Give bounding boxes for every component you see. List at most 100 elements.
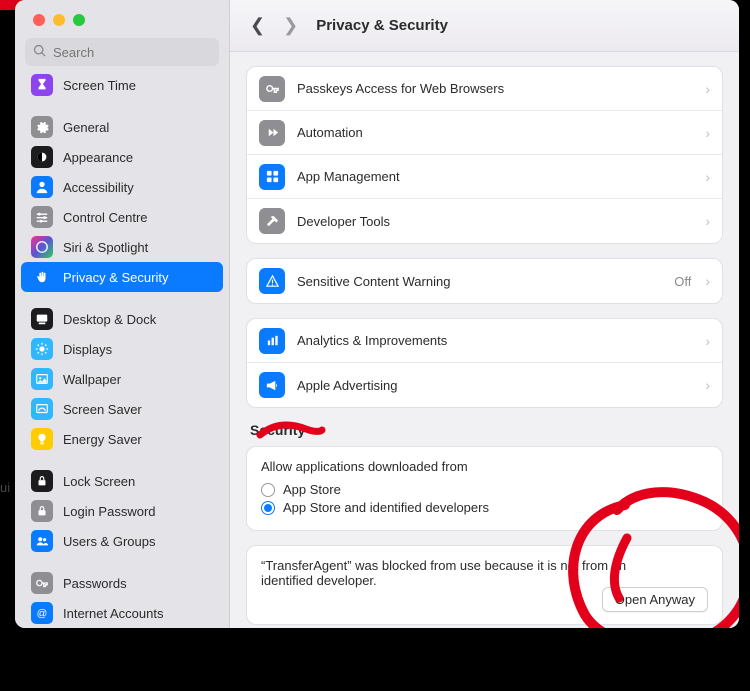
- key-icon: [259, 76, 285, 102]
- settings-row-value: Off: [674, 274, 691, 289]
- security-heading-label: Security: [250, 422, 305, 438]
- sidebar-item-internet-accounts[interactable]: @ Internet Accounts: [21, 598, 223, 628]
- person-icon: [31, 176, 53, 198]
- settings-row-label: Developer Tools: [297, 214, 693, 229]
- svg-text:@: @: [37, 608, 48, 620]
- sidebar-item-label: Screen Time: [63, 78, 136, 93]
- sidebar-item-label: Wallpaper: [63, 372, 121, 387]
- sidebar-item-screen-saver[interactable]: Screen Saver: [21, 394, 223, 424]
- chart-icon: [259, 328, 285, 354]
- security-heading: Security: [250, 422, 719, 438]
- sidebar-item-privacy-security[interactable]: Privacy & Security: [21, 262, 223, 292]
- chevron-right-icon: ›: [705, 273, 710, 289]
- settings-row-app-management[interactable]: App Management›: [247, 155, 722, 199]
- hammer-icon: [259, 208, 285, 234]
- sidebar-item-screen-time[interactable]: Screen Time: [21, 70, 223, 100]
- zoom-window-button[interactable]: [73, 14, 85, 26]
- settings-row-developer-tools[interactable]: Developer Tools ›: [247, 199, 722, 243]
- lock-icon: [31, 470, 53, 492]
- megaphone-icon: [259, 372, 285, 398]
- settings-row-apple-advertising[interactable]: Apple Advertising›: [247, 363, 722, 407]
- sidebar-item-passwords[interactable]: Passwords: [21, 568, 223, 598]
- settings-row-label: Automation: [297, 125, 693, 140]
- sidebar-list: Screen Time General Appearance Accessibilit…: [15, 70, 229, 628]
- sidebar-item-label: Privacy & Security: [63, 270, 168, 285]
- background-black-strip: [0, 628, 750, 691]
- wallpaper-icon: [31, 368, 53, 390]
- chevron-right-icon: ›: [705, 125, 710, 141]
- sidebar-item-desktop-dock[interactable]: Desktop & Dock: [21, 304, 223, 334]
- sidebar-item-control-centre[interactable]: Control Centre: [21, 202, 223, 232]
- apps-icon: [259, 164, 285, 190]
- chevron-right-icon: ›: [705, 377, 710, 393]
- sidebar-separator: [15, 556, 229, 568]
- settings-row-passkeys-access-for-web-browsers[interactable]: Passkeys Access for Web Browsers ›: [247, 67, 722, 111]
- sidebar-item-label: General: [63, 120, 109, 135]
- sidebar-item-label: Users & Groups: [63, 534, 155, 549]
- settings-row-sensitive-content-warning[interactable]: Sensitive Content Warning Off ›: [247, 259, 722, 303]
- sliders-icon: [31, 206, 53, 228]
- chevron-right-icon: ›: [705, 213, 710, 229]
- search-field[interactable]: [25, 38, 219, 66]
- sidebar-item-lock-screen[interactable]: Lock Screen: [21, 466, 223, 496]
- key-icon: [31, 572, 53, 594]
- radio-button[interactable]: [261, 483, 275, 497]
- cropped-edge-text: ui: [0, 480, 10, 495]
- settings-row-label: Passkeys Access for Web Browsers: [297, 81, 693, 96]
- hand-icon: [31, 266, 53, 288]
- nav-back-button[interactable]: ❮: [250, 15, 265, 36]
- sidebar-item-label: Passwords: [63, 576, 127, 591]
- settings-row-label: Sensitive Content Warning: [297, 274, 662, 289]
- bulb-icon: [31, 428, 53, 450]
- main-panel: ❮ ❯ Privacy & Security Passkeys Access f…: [230, 0, 739, 628]
- allow-apps-option[interactable]: App Store: [261, 482, 708, 497]
- chevron-right-icon: ›: [705, 333, 710, 349]
- sidebar-item-users-groups[interactable]: Users & Groups: [21, 526, 223, 556]
- radio-label: App Store and identified developers: [283, 500, 489, 515]
- sidebar-item-appearance[interactable]: Appearance: [21, 142, 223, 172]
- sidebar-item-wallpaper[interactable]: Wallpaper: [21, 364, 223, 394]
- radio-button[interactable]: [261, 501, 275, 515]
- sidebar-separator: [15, 454, 229, 466]
- sidebar-item-login-password[interactable]: Login Password: [21, 496, 223, 526]
- sidebar-separator: [15, 292, 229, 304]
- settings-window: Screen Time General Appearance Accessibilit…: [15, 0, 739, 628]
- sidebar-item-label: Screen Saver: [63, 402, 142, 417]
- sidebar-item-label: Siri & Spotlight: [63, 240, 148, 255]
- sidebar-item-siri-spotlight[interactable]: Siri & Spotlight: [21, 232, 223, 262]
- settings-group: Analytics & Improvements›Apple Advertisi…: [246, 318, 723, 408]
- sidebar-item-displays[interactable]: Displays: [21, 334, 223, 364]
- blocked-app-message: “TransferAgent” was blocked from use bec…: [261, 558, 641, 588]
- search-icon: [33, 44, 47, 61]
- radio-label: App Store: [283, 482, 341, 497]
- sidebar-item-accessibility[interactable]: Accessibility: [21, 172, 223, 202]
- open-anyway-button[interactable]: Open Anyway: [602, 587, 708, 612]
- minimize-window-button[interactable]: [53, 14, 65, 26]
- settings-row-automation[interactable]: Automation ›: [247, 111, 722, 155]
- window-controls: [15, 0, 229, 38]
- settings-group: Sensitive Content Warning Off ›: [246, 258, 723, 304]
- content-area: Passkeys Access for Web Browsers›Automat…: [230, 52, 739, 628]
- settings-group: Passkeys Access for Web Browsers›Automat…: [246, 66, 723, 244]
- appearance-icon: [31, 146, 53, 168]
- sidebar-item-label: Internet Accounts: [63, 606, 163, 621]
- sidebar-item-general[interactable]: General: [21, 112, 223, 142]
- search-input[interactable]: [53, 45, 211, 60]
- allow-apps-panel: Allow applications downloaded from App S…: [246, 446, 723, 531]
- sidebar-separator: [15, 100, 229, 112]
- sidebar-item-energy-saver[interactable]: Energy Saver: [21, 424, 223, 454]
- close-window-button[interactable]: [33, 14, 45, 26]
- settings-row-label: App Management: [297, 169, 693, 184]
- allow-apps-option[interactable]: App Store and identified developers: [261, 500, 708, 515]
- nav-forward-button[interactable]: ❯: [283, 15, 298, 36]
- dock-icon: [31, 308, 53, 330]
- sidebar-item-label: Control Centre: [63, 210, 148, 225]
- blocked-app-panel: “TransferAgent” was blocked from use bec…: [246, 545, 723, 625]
- sidebar-item-label: Accessibility: [63, 180, 134, 195]
- forward-icon: [259, 120, 285, 146]
- titlebar: ❮ ❯ Privacy & Security: [230, 0, 739, 52]
- screensaver-icon: [31, 398, 53, 420]
- settings-row-label: Analytics & Improvements: [297, 333, 693, 348]
- chevron-right-icon: ›: [705, 81, 710, 97]
- settings-row-analytics-improvements[interactable]: Analytics & Improvements ›: [247, 319, 722, 363]
